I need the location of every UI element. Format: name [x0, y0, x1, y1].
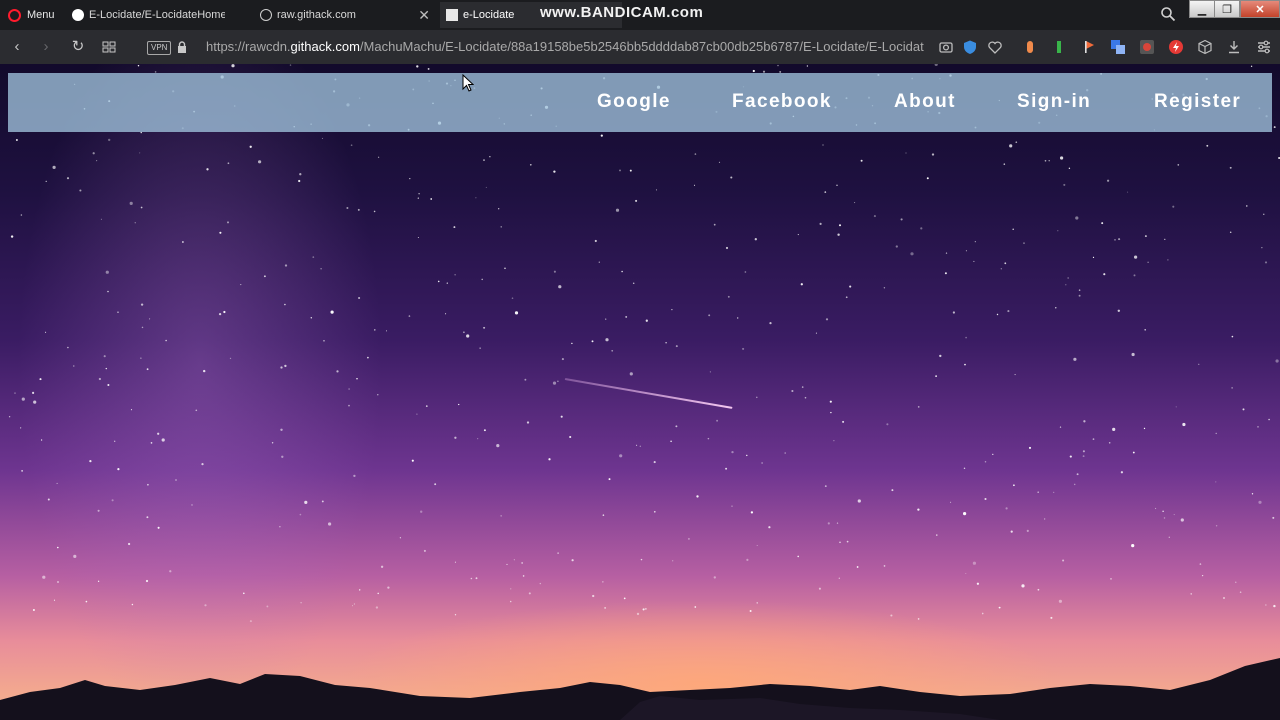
close-window-button[interactable]: ✕ — [1240, 0, 1280, 18]
shield-icon[interactable] — [962, 39, 978, 55]
nav-link-about[interactable]: About — [894, 91, 956, 113]
github-icon — [72, 9, 84, 21]
close-tab-icon[interactable]: ✕ — [418, 7, 430, 24]
tab-title: raw.githack.com — [277, 9, 356, 21]
tab-title: e-Locidate — [463, 9, 515, 21]
tab-github[interactable]: E-Locidate/E-LocidateHome.h — [66, 2, 252, 28]
minimize-button[interactable]: ▁ — [1189, 0, 1215, 18]
vpn-badge[interactable]: VPN — [147, 41, 172, 55]
heart-icon[interactable] — [987, 39, 1003, 55]
tab-grid-icon[interactable] — [100, 38, 118, 56]
tab-title: E-Locidate/E-LocidateHome.h — [89, 9, 225, 21]
download-icon[interactable] — [1226, 39, 1242, 55]
restore-button[interactable]: ❐ — [1214, 0, 1240, 18]
web-page: Google Facebook About Sign-in Register — [0, 64, 1280, 720]
translate-icon[interactable] — [1110, 39, 1126, 55]
url-field[interactable]: https://rawcdn.githack.com/MachuMachu/E-… — [206, 39, 928, 55]
mountain-silhouette — [0, 658, 1280, 720]
lock-icon[interactable] — [177, 41, 187, 53]
snapshot-icon[interactable] — [938, 39, 954, 55]
record-icon[interactable] — [1139, 39, 1155, 55]
tab-bar: Menu E-Locidate/E-LocidateHome.h raw.git… — [0, 0, 1280, 30]
back-icon[interactable]: ‹ — [8, 38, 26, 56]
reload-icon[interactable]: ↻ — [69, 38, 87, 56]
opera-menu-button[interactable]: Menu — [8, 7, 55, 23]
nav-link-facebook[interactable]: Facebook — [732, 91, 832, 113]
tab-githack[interactable]: raw.githack.com ✕ — [254, 2, 438, 28]
nav-link-signin[interactable]: Sign-in — [1017, 91, 1091, 113]
cloud-icon — [260, 9, 272, 21]
document-icon — [446, 9, 458, 21]
opera-logo-icon — [8, 8, 21, 22]
extension-flag-icon[interactable] — [1082, 39, 1098, 55]
extension-green-icon[interactable] — [1051, 39, 1067, 55]
bandicam-watermark: www.BANDICAM.com — [540, 4, 704, 21]
mouse-cursor-icon — [462, 74, 474, 92]
bolt-extension-icon[interactable] — [1168, 39, 1184, 55]
address-toolbar: ‹ › ↻ VPN https://rawcdn.githack.com/Mac… — [0, 30, 1280, 64]
search-tabs-icon[interactable] — [1160, 6, 1176, 22]
nav-link-google[interactable]: Google — [597, 91, 671, 113]
menu-label: Menu — [27, 9, 55, 21]
nav-link-register[interactable]: Register — [1154, 91, 1241, 113]
forward-icon[interactable]: › — [37, 38, 55, 56]
cube-icon[interactable] — [1197, 39, 1213, 55]
extension-orange-icon[interactable] — [1022, 39, 1038, 55]
easy-setup-icon[interactable] — [1256, 39, 1272, 55]
site-navigation-bar: Google Facebook About Sign-in Register — [8, 73, 1272, 132]
